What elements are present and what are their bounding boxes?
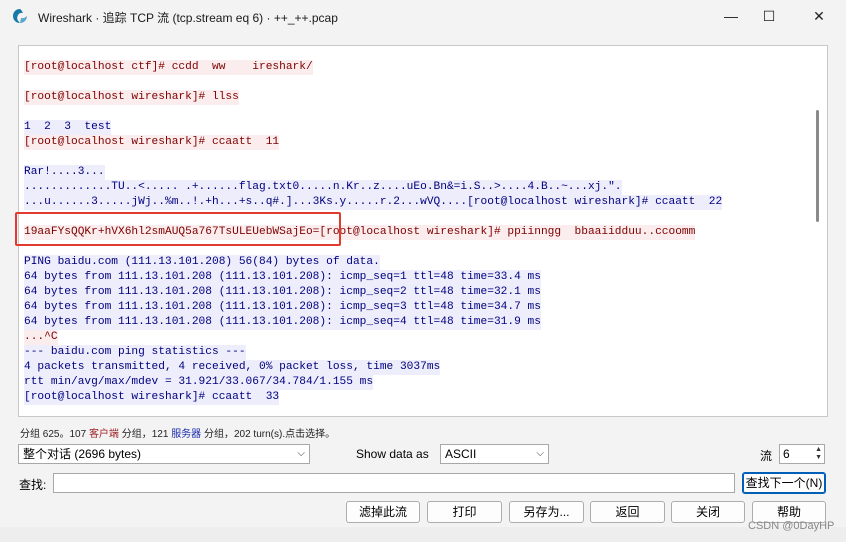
spin-down-icon[interactable]: ▼ bbox=[815, 454, 822, 462]
stream-line: --- baidu.com ping statistics --- bbox=[24, 345, 246, 360]
window-title: Wireshark · 追踪 TCP 流 (tcp.stream eq 6) ·… bbox=[38, 11, 338, 25]
client-label: 客户端 bbox=[88, 429, 119, 440]
show-data-label: Show data as bbox=[356, 447, 429, 461]
stream-line: rtt min/avg/max/mdev = 31.921/33.067/34.… bbox=[24, 375, 374, 390]
stream-line: [root@localhost wireshark]# ccaatt 11 bbox=[24, 135, 280, 150]
close-icon: ✕ bbox=[813, 7, 825, 24]
stream-status-text: 分组 625。107 客户端 分组，121 服务器 分组，202 turn(s)… bbox=[20, 425, 335, 440]
status-text-part: 分组 625。107 bbox=[20, 429, 89, 440]
stream-number-label: 流 bbox=[760, 449, 773, 463]
stream-line: ...^C bbox=[24, 330, 58, 345]
stream-line: [root@localhost ctf]# ccdd ww ireshark/ bbox=[24, 60, 313, 75]
background-strip bbox=[0, 527, 846, 542]
status-text-part: 分组，121 bbox=[118, 429, 172, 440]
stream-line: ...u......3.....jWj..%m..!.+h...+s..q#.]… bbox=[24, 195, 723, 210]
stream-line: 1 2 3 test bbox=[24, 120, 112, 135]
status-text-part: 分组，202 turn(s).点击选择。 bbox=[201, 429, 336, 440]
find-next-button[interactable]: 查找下一个(N) bbox=[742, 472, 826, 494]
stream-line: [root@localhost wireshark]# llss bbox=[24, 90, 239, 105]
close-window-button[interactable]: ✕ bbox=[796, 0, 842, 32]
stream-line: 64 bytes from 111.13.101.208 (111.13.101… bbox=[24, 285, 541, 300]
stream-line: 64 bytes from 111.13.101.208 (111.13.101… bbox=[24, 300, 541, 315]
vertical-scrollbar[interactable] bbox=[810, 45, 826, 417]
chevron-down-icon: ⌵ bbox=[297, 448, 305, 459]
show-data-select-value: ASCII bbox=[445, 447, 477, 461]
watermark: CSDN @0DayHP bbox=[748, 520, 835, 532]
spin-up-icon[interactable]: ▲ bbox=[815, 446, 822, 454]
stream-line: 4 packets transmitted, 4 received, 0% pa… bbox=[24, 360, 441, 375]
stream-number-value: 6 bbox=[783, 447, 790, 461]
server-label: 服务器 bbox=[171, 429, 202, 440]
stream-line: Rar!....3... bbox=[24, 165, 105, 180]
chevron-down-icon: ⌵ bbox=[536, 448, 544, 459]
find-label: 查找: bbox=[19, 478, 47, 492]
minimize-icon: — bbox=[724, 8, 738, 24]
scrollbar-thumb[interactable] bbox=[816, 110, 819, 222]
stream-line: .............TU..<..... .+......flag.txt… bbox=[24, 180, 622, 195]
stream-line: [root@localhost wireshark]# ccaatt 33 bbox=[24, 390, 280, 405]
maximize-button[interactable]: ☐ bbox=[746, 0, 792, 32]
filter-out-stream-button[interactable]: 滤掉此流 bbox=[346, 501, 420, 523]
stream-line: 64 bytes from 111.13.101.208 (111.13.101… bbox=[24, 315, 541, 330]
find-input[interactable] bbox=[53, 473, 735, 493]
close-button[interactable]: 关闭 bbox=[671, 501, 745, 523]
conversation-select[interactable]: 整个对话 (2696 bytes) ⌵ bbox=[18, 444, 310, 464]
stream-line: PING baidu.com (111.13.101.208) 56(84) b… bbox=[24, 255, 380, 270]
maximize-icon: ☐ bbox=[762, 7, 776, 24]
back-button[interactable]: 返回 bbox=[590, 501, 665, 523]
wireshark-app-icon bbox=[13, 9, 27, 23]
show-data-select[interactable]: ASCII ⌵ bbox=[440, 444, 549, 464]
stream-number-spinbox[interactable]: 6 ▲ ▼ bbox=[779, 444, 825, 464]
title-bar: Wireshark · 追踪 TCP 流 (tcp.stream eq 6) ·… bbox=[0, 0, 846, 32]
print-button[interactable]: 打印 bbox=[427, 501, 502, 523]
stream-line: 64 bytes from 111.13.101.208 (111.13.101… bbox=[24, 270, 541, 285]
save-as-button[interactable]: 另存为... bbox=[509, 501, 584, 523]
conversation-select-value: 整个对话 (2696 bytes) bbox=[23, 447, 142, 461]
red-highlight-box bbox=[15, 212, 341, 246]
